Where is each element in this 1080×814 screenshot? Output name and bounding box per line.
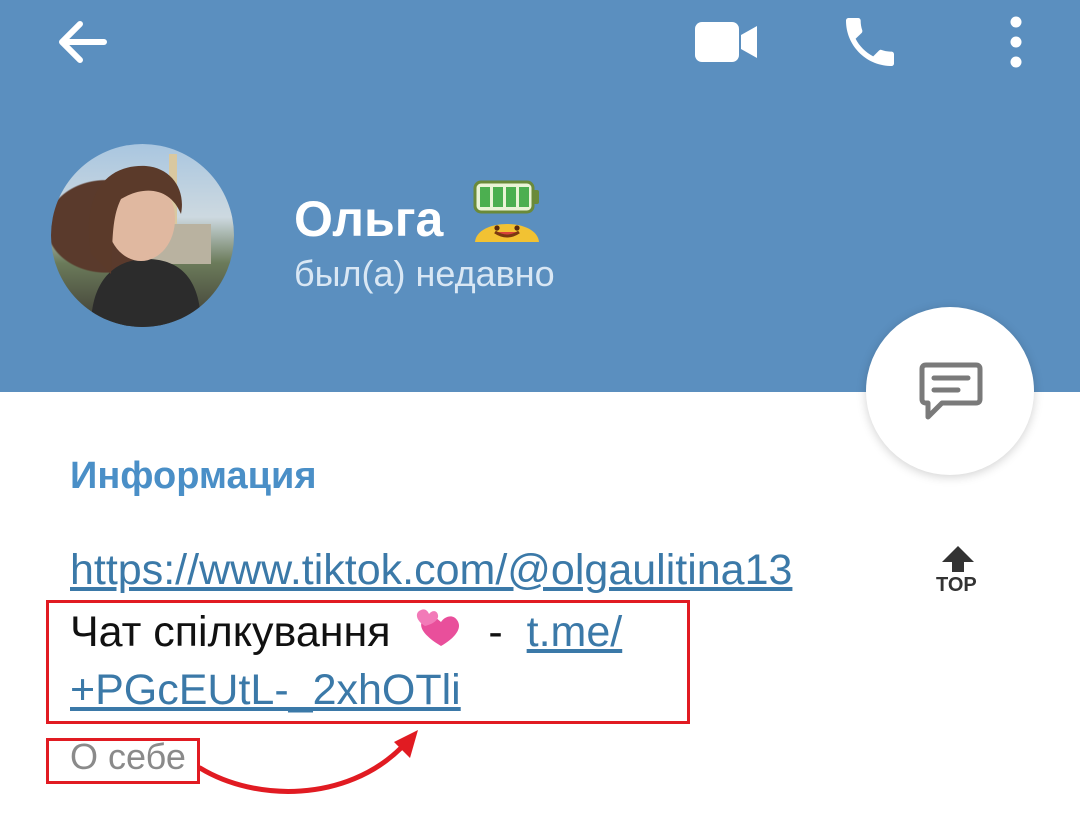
tiktok-link[interactable]: https://www.tiktok.com/@olgaulitina13 — [70, 546, 792, 594]
contact-name: Ольга — [294, 176, 545, 248]
info-section-title: Информация — [70, 455, 317, 497]
profile-avatar[interactable] — [51, 144, 234, 327]
top-emoji-icon: TOP — [936, 544, 980, 600]
annotation-arrow — [197, 730, 418, 794]
send-message-button[interactable] — [866, 307, 1034, 475]
more-options-icon[interactable] — [1002, 14, 1030, 70]
back-arrow-icon[interactable] — [52, 14, 112, 70]
annotation-box-chat — [46, 600, 690, 724]
video-call-icon[interactable] — [693, 20, 761, 64]
bio-line-tiktok: https://www.tiktok.com/@olgaulitina13 — [70, 546, 792, 595]
battery-sun-emoji-icon — [473, 180, 540, 242]
message-icon — [919, 362, 983, 420]
annotation-box-about — [46, 738, 200, 784]
last-seen-status: был(а) недавно — [294, 253, 555, 294]
phone-call-icon[interactable] — [838, 10, 902, 74]
